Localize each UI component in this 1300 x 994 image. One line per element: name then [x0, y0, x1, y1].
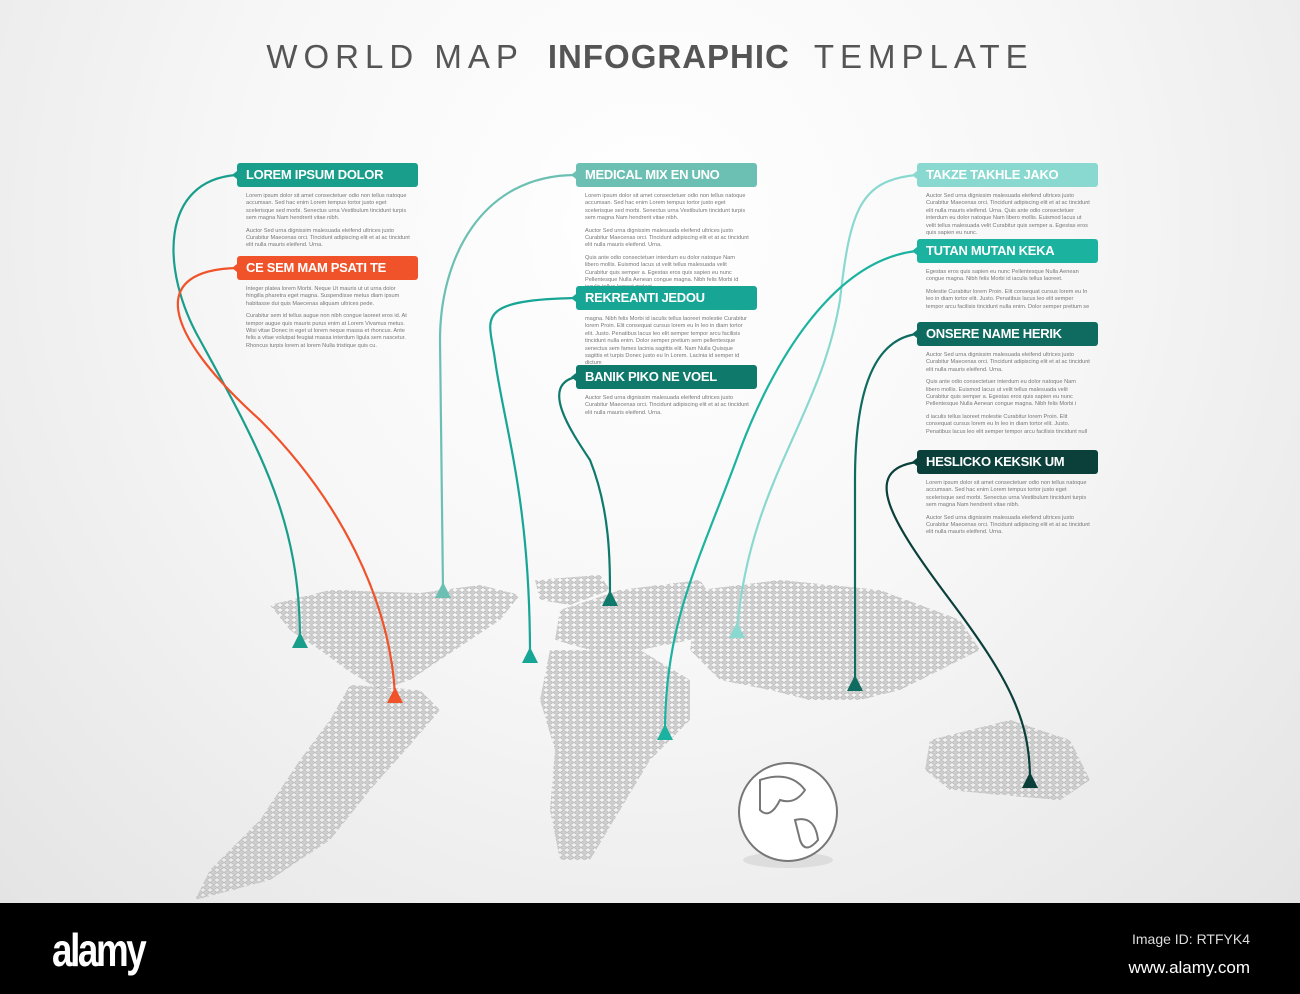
- info-block: CE SEM MAM PSATI TE Integer platea lorem …: [232, 256, 418, 355]
- info-paragraph: Egestas eros quis sapien eu nunc Pellent…: [926, 269, 1079, 283]
- info-block-label: LOREM IPSUM DOLOR: [232, 163, 418, 187]
- info-block-text: Auctor Sed urna dignissim malesuada elei…: [917, 187, 1098, 237]
- globe-icon: [738, 762, 838, 868]
- info-paragraph: d iaculis tellus laoreet molestie Curabi…: [926, 413, 1088, 435]
- info-paragraph: Curabitur sem id tellus augue non nibh c…: [246, 313, 407, 349]
- info-block-label: MEDICAL MIX EN UNO: [571, 163, 757, 187]
- footer-bar: alamy Image ID: RTFYK4 www.alamy.com: [0, 903, 1300, 994]
- site-url: www.alamy.com: [1128, 958, 1250, 977]
- info-paragraph: Auctor Sed urna dignissim malesuada elei…: [926, 514, 1090, 536]
- info-block-label: TAKZE TAKHLE JAKO: [912, 163, 1098, 187]
- info-block-label: ONSERE NAME HERIK: [912, 322, 1098, 346]
- info-block-text: magna. Nibh felis Morbi id iaculis tellu…: [576, 310, 757, 368]
- info-paragraph: Auctor Sed urna dignissim malesuada elei…: [926, 352, 1090, 373]
- continent-north-america: [270, 585, 520, 690]
- info-block: MEDICAL MIX EN UNO Lorem ipsum dolor sit …: [571, 163, 757, 297]
- info-block-label: TUTAN MUTAN KEKA: [912, 239, 1098, 263]
- pin-4: [522, 647, 538, 663]
- info-paragraph: Auctor Sed urna dignissim malesuada elei…: [585, 395, 749, 416]
- info-paragraph: Auctor Sed urna dignissim malesuada elei…: [246, 227, 410, 249]
- continent-australia: [925, 720, 1090, 800]
- info-block: LOREM IPSUM DOLOR Lorem ipsum dolor sit a…: [232, 163, 418, 255]
- info-block: ONSERE NAME HERIK Auctor Sed urna digniss…: [912, 322, 1098, 441]
- info-block-text: Lorem ipsum dolor sit amet consectetuer …: [917, 474, 1098, 537]
- info-block-text: Lorem ipsum dolor sit amet consectetuer …: [576, 187, 757, 292]
- info-block-label: REKREANTI JEDOU: [571, 286, 757, 310]
- alamy-logo: alamy: [52, 924, 147, 976]
- info-block: REKREANTI JEDOU magna. Nibh felis Morbi i…: [571, 286, 757, 373]
- info-paragraph: Integer platea lorem Morbi. Neque Ut mau…: [246, 286, 400, 307]
- infographic-canvas: WORLD MAP INFOGRAPHIC TEMPLATE LOREM IPS…: [0, 0, 1300, 903]
- image-id: Image ID: RTFYK4: [1131, 931, 1250, 947]
- world-map: [195, 575, 1090, 900]
- info-block: HESLICKO KEKSIK UM Lorem ipsum dolor sit …: [912, 450, 1098, 542]
- continent-south-america: [195, 685, 440, 900]
- info-paragraph: Molestie Curabitur lorem Proin. Elit con…: [926, 288, 1090, 310]
- info-paragraph: Auctor Sed urna dignissim malesuada elei…: [926, 193, 1090, 237]
- info-block: TAKZE TAKHLE JAKO Auctor Sed urna digniss…: [912, 163, 1098, 242]
- info-block-label: CE SEM MAM PSATI TE: [232, 256, 418, 280]
- info-paragraph: Lorem ipsum dolor sit amet consectetuer …: [585, 193, 746, 222]
- info-block-text: Auctor Sed urna dignissim malesuada elei…: [917, 346, 1098, 436]
- info-paragraph: Lorem ipsum dolor sit amet consectetuer …: [246, 193, 407, 222]
- info-block-text: Egestas eros quis sapien eu nunc Pellent…: [917, 263, 1098, 311]
- info-block-text: Auctor Sed urna dignissim malesuada elei…: [576, 389, 757, 417]
- world-map-diagram: [172, 173, 1090, 900]
- continent-asia: [690, 580, 980, 700]
- info-paragraph: Quis ante odio consectetuer interdum eu …: [926, 379, 1077, 408]
- info-block-text: Integer platea lorem Morbi. Neque Ut mau…: [237, 280, 418, 350]
- info-block: BANIK PIKO NE VOEL Auctor Sed urna dignis…: [571, 365, 757, 422]
- info-block: TUTAN MUTAN KEKA Egestas eros quis sapien…: [912, 239, 1098, 316]
- info-block-label: HESLICKO KEKSIK UM: [912, 450, 1098, 474]
- info-paragraph: magna. Nibh felis Morbi id iaculis tellu…: [585, 316, 747, 367]
- info-block-label: BANIK PIKO NE VOEL: [571, 365, 757, 389]
- info-paragraph: Lorem ipsum dolor sit amet consectetuer …: [926, 480, 1087, 509]
- info-paragraph: Auctor Sed urna dignissim malesuada elei…: [585, 227, 749, 249]
- info-block-text: Lorem ipsum dolor sit amet consectetuer …: [237, 187, 418, 250]
